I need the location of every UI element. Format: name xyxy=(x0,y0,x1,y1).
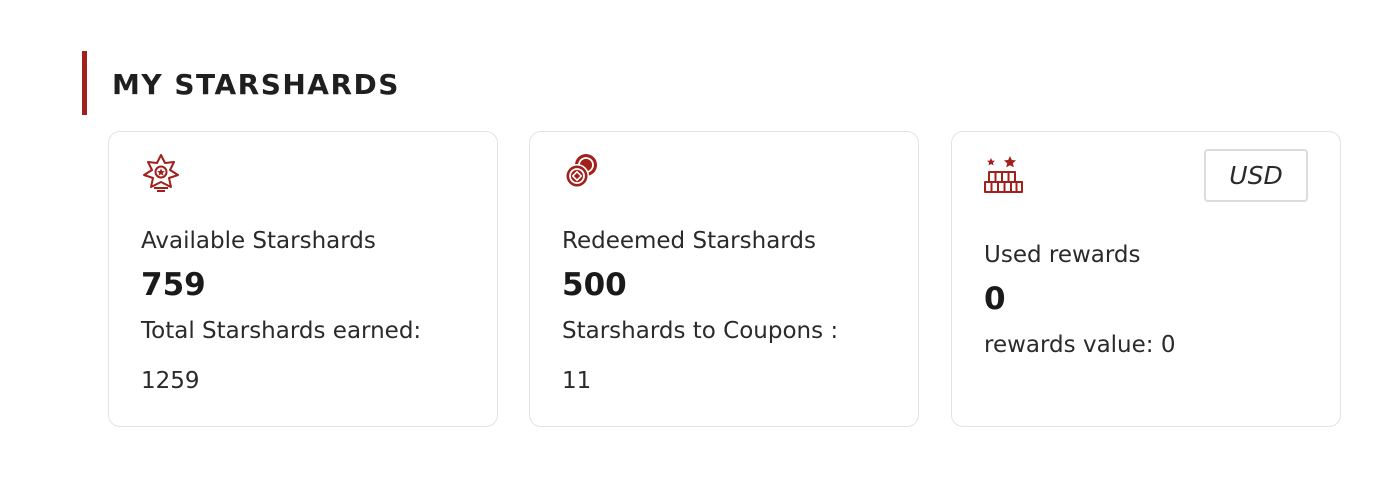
currency-selector-button[interactable]: USD xyxy=(1204,149,1308,202)
used-rewards-card: USD Used rewards 0 rewards value: 0 xyxy=(951,131,1341,427)
starshards-page: MY STARSHARDS Available Starshards 759 T… xyxy=(0,0,1378,485)
total-earned-label: Total Starshards earned: xyxy=(141,318,422,344)
used-rewards-label: Used rewards xyxy=(984,242,1141,268)
redeemed-starshards-label: Redeemed Starshards xyxy=(562,228,816,254)
rewards-value-text: rewards value: 0 xyxy=(984,332,1176,358)
section-title: MY STARSHARDS xyxy=(112,67,400,101)
starshards-to-coupons-value: 11 xyxy=(562,368,592,394)
redeemed-starshards-card: Redeemed Starshards 500 Starshards to Co… xyxy=(529,131,919,427)
used-rewards-value: 0 xyxy=(984,281,1006,317)
section-header: MY STARSHARDS xyxy=(82,51,400,115)
available-starshards-label: Available Starshards xyxy=(141,228,376,254)
coins-icon xyxy=(560,152,604,196)
starshards-to-coupons-label: Starshards to Coupons : xyxy=(562,318,839,344)
redeemed-starshards-value: 500 xyxy=(562,267,627,303)
accent-bar xyxy=(82,51,87,115)
total-earned-value: 1259 xyxy=(141,368,200,394)
available-starshards-card: Available Starshards 759 Total Starshard… xyxy=(108,131,498,427)
available-starshards-value: 759 xyxy=(141,267,206,303)
gift-stack-icon xyxy=(982,152,1026,196)
star-badge-icon xyxy=(139,152,183,196)
